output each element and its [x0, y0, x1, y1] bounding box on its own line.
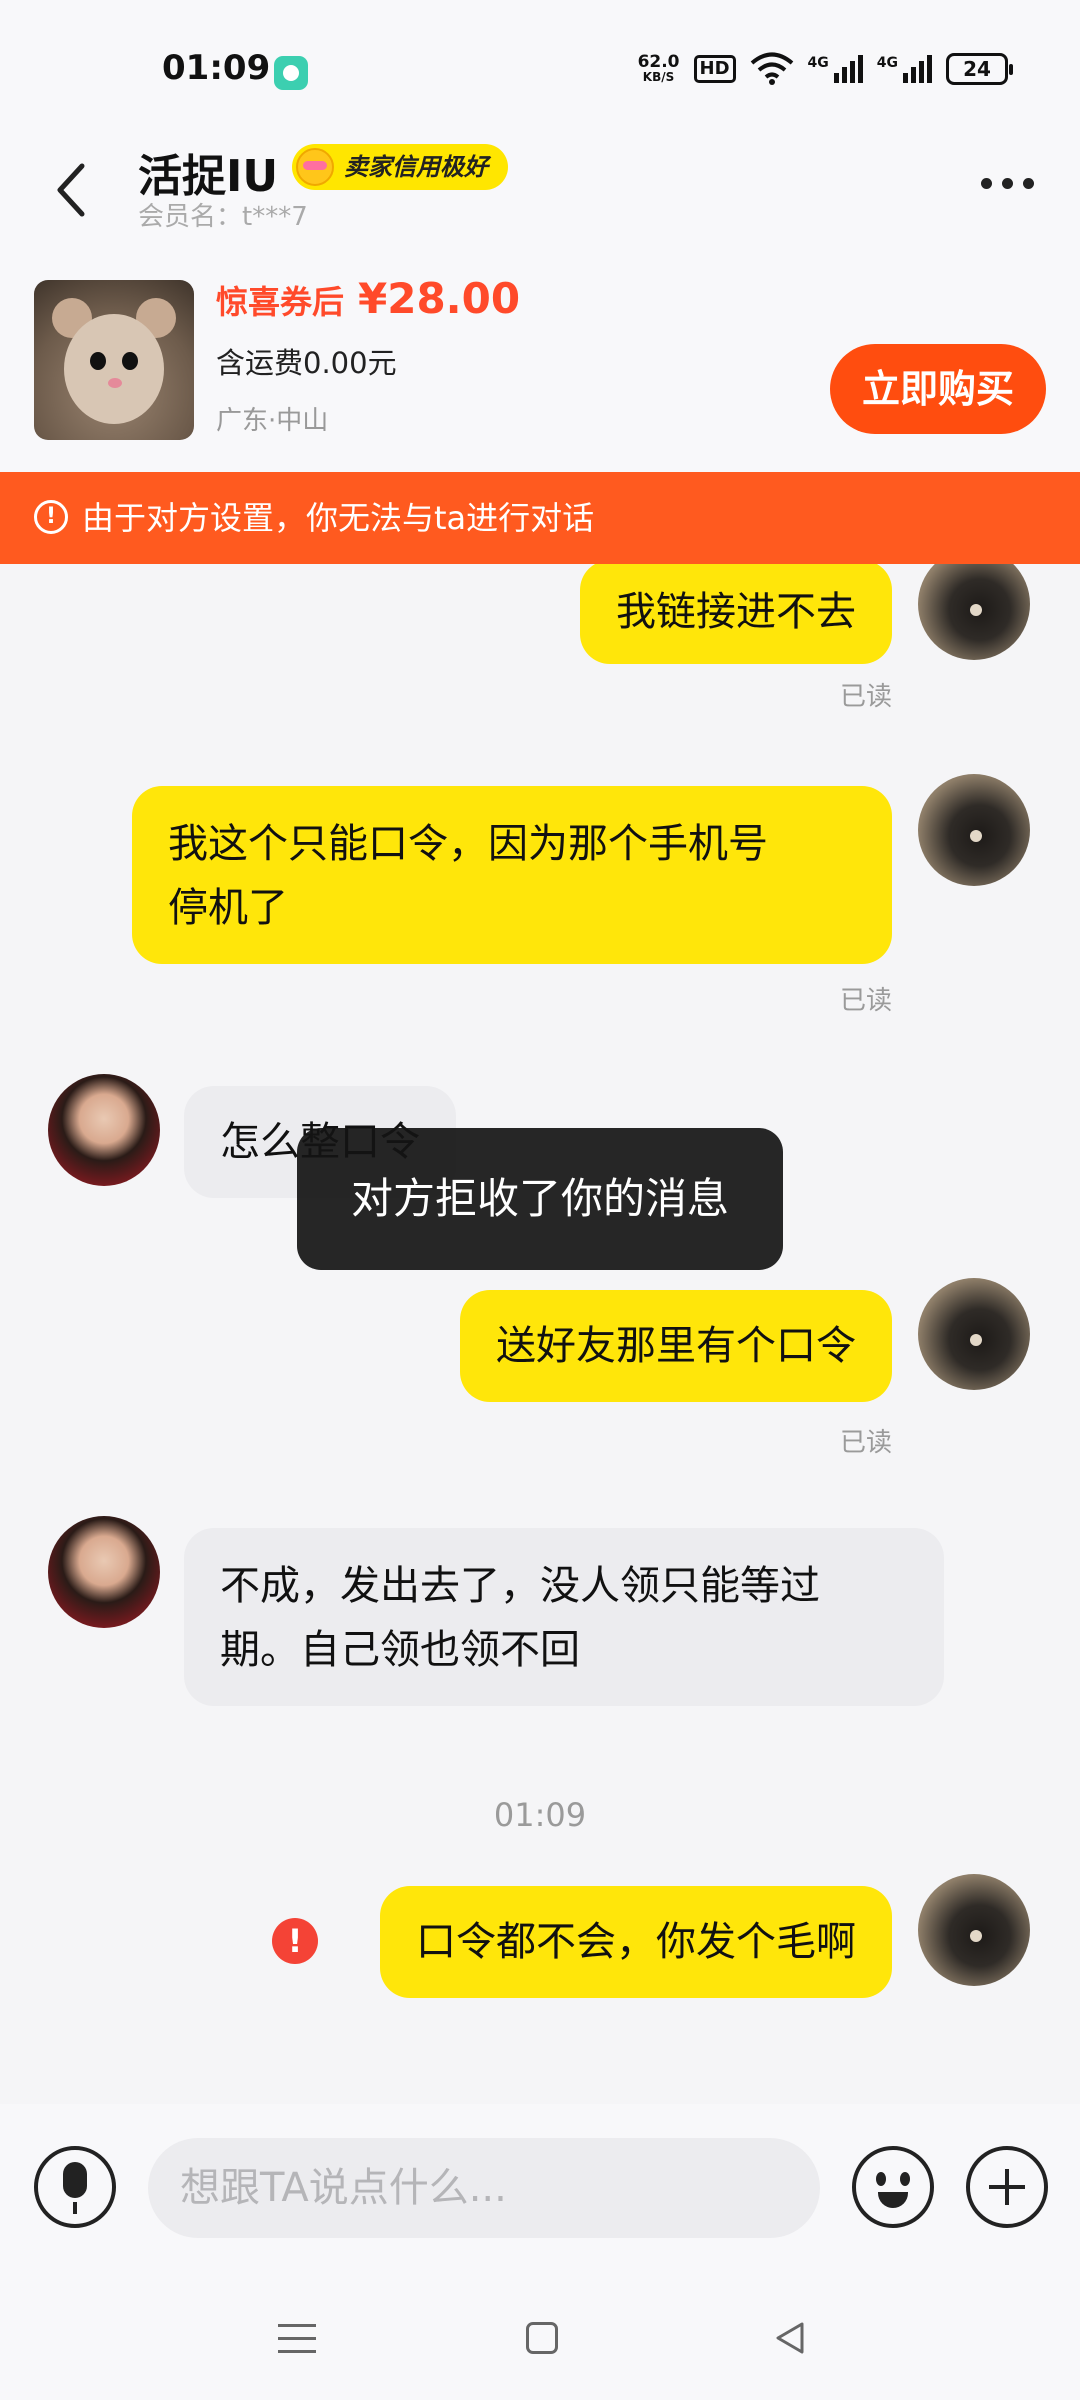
member-name: 会员名：t***7 [138, 202, 308, 232]
status-time: 01:09 [162, 48, 271, 88]
wifi-icon [750, 52, 793, 85]
signal-icon-2: 4G [877, 55, 932, 83]
other-avatar[interactable] [48, 1074, 160, 1186]
page-title[interactable]: 活捉IU [138, 140, 278, 204]
price-row: 惊喜券后 ¥28.00 [216, 274, 520, 323]
my-avatar[interactable] [918, 1874, 1030, 1986]
read-status: 已读 [840, 682, 893, 712]
message-text: 期。自己领也领不回 [220, 1627, 580, 1673]
warning-icon: ! [34, 500, 68, 534]
my-avatar[interactable] [918, 1278, 1030, 1390]
home-icon[interactable] [526, 2322, 558, 2354]
app-notification-icon [274, 56, 308, 90]
other-avatar[interactable] [48, 1516, 160, 1628]
other-message-bubble[interactable]: 不成，发出去了，没人领只能等过 期。自己领也领不回 [184, 1528, 944, 1706]
message-input[interactable] [148, 2138, 820, 2238]
seller-credit-badge: 卖家信用极好 [292, 144, 508, 190]
blocked-warning-banner: ! 由于对方设置，你无法与ta进行对话 [0, 472, 1080, 564]
message-input-bar [0, 2104, 1080, 2288]
recent-apps-icon[interactable] [278, 2324, 316, 2354]
my-message-bubble[interactable]: 我链接进不去 [580, 564, 892, 664]
buy-now-button[interactable]: 立即购买 [830, 344, 1046, 434]
battery-icon: 24 [946, 53, 1013, 85]
voice-icon[interactable] [34, 2146, 116, 2228]
time-separator: 01:09 [493, 1796, 587, 1834]
plus-icon[interactable] [966, 2146, 1048, 2228]
coupon-label: 惊喜券后 [216, 283, 345, 321]
seller-credit-label: 卖家信用极好 [344, 153, 488, 181]
shipping-fee: 含运费0.00元 [216, 346, 397, 380]
nav-back-icon[interactable] [772, 2320, 808, 2356]
read-status: 已读 [840, 986, 893, 1016]
message-text: 我链接进不去 [616, 589, 856, 635]
network-speed: 62.0 KB/S [638, 54, 680, 84]
product-price: ¥28.00 [358, 274, 521, 323]
banner-text: 由于对方设置，你无法与ta进行对话 [82, 499, 595, 537]
status-indicators: 62.0 KB/S HD 4G 4G 24 [638, 52, 1013, 86]
message-text: 口令都不会，你发个毛啊 [416, 1919, 856, 1965]
emoji-icon[interactable] [852, 2146, 934, 2228]
more-icon[interactable] [981, 178, 1034, 189]
my-avatar[interactable] [918, 774, 1030, 886]
back-icon[interactable] [48, 154, 96, 224]
read-status: 已读 [840, 1428, 893, 1458]
product-image[interactable] [34, 280, 194, 440]
signal-type-label: 4G [807, 55, 829, 71]
signal-type-label: 4G [876, 55, 898, 71]
rejected-toast: 对方拒收了你的消息 [297, 1128, 783, 1270]
my-avatar[interactable] [918, 564, 1030, 660]
status-bar: 01:09 62.0 KB/S HD 4G 4G 24 [0, 0, 1080, 140]
seller-location: 广东·中山 [216, 406, 329, 436]
signal-icon-1: 4G [808, 55, 863, 83]
my-message-bubble[interactable]: 口令都不会，你发个毛啊 [380, 1886, 892, 1998]
message-text: 停机了 [168, 885, 288, 931]
message-text: 我这个只能口令，因为那个手机号 [168, 821, 768, 867]
message-text: 送好友那里有个口令 [496, 1323, 856, 1369]
chat-header: 活捉IU 卖家信用极好 会员名：t***7 [0, 140, 1080, 260]
chat-messages[interactable]: 我链接进不去 已读 我这个只能口令，因为那个手机号 停机了 已读 怎么整口令 送… [0, 564, 1080, 2104]
send-failed-icon[interactable]: ! [272, 1918, 318, 1964]
message-text: 不成，发出去了，没人领只能等过 [220, 1563, 820, 1609]
my-message-bubble[interactable]: 我这个只能口令，因为那个手机号 停机了 [132, 786, 892, 964]
product-card[interactable]: 惊喜券后 ¥28.00 含运费0.00元 广东·中山 立即购买 [0, 260, 1080, 472]
network-speed-unit: KB/S [642, 70, 675, 84]
network-speed-value: 62.0 [637, 52, 680, 72]
hd-icon: HD [693, 55, 736, 83]
system-nav-bar [0, 2288, 1080, 2400]
my-message-bubble[interactable]: 送好友那里有个口令 [460, 1290, 892, 1402]
cool-face-icon [296, 148, 334, 186]
